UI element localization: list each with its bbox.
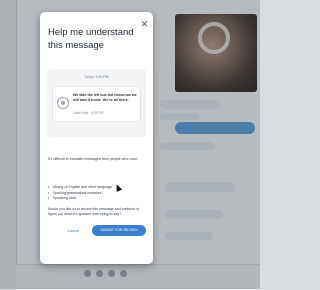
message-preview: Today, 6:26 PM We take the left bus but …	[47, 69, 146, 137]
voice-message-text: We take the left bus but tomorrow we wil…	[73, 93, 137, 102]
reason-item: Speaking slow	[48, 196, 146, 202]
help-understand-dialog: Help me understand this message ✕ Today,…	[40, 12, 153, 264]
voice-message-meta: Voice Note · 6:26 PM	[73, 111, 104, 115]
reasons-list: Mixing of English and other language Spe…	[48, 185, 146, 202]
question-text: Would you like us to review this message…	[48, 207, 140, 216]
message-date: Today, 6:26 PM	[84, 75, 109, 79]
play-icon[interactable]	[57, 97, 69, 109]
dialog-title: Help me understand this message	[48, 27, 134, 51]
close-icon[interactable]: ✕	[140, 20, 149, 29]
voice-message: We take the left bus but tomorrow we wil…	[52, 86, 141, 122]
intro-text: It's difficult to translate messages fro…	[48, 157, 139, 161]
cancel-button[interactable]: Cancel	[64, 227, 82, 235]
submit-for-review-button[interactable]: SUBMIT FOR REVIEW	[92, 225, 146, 236]
